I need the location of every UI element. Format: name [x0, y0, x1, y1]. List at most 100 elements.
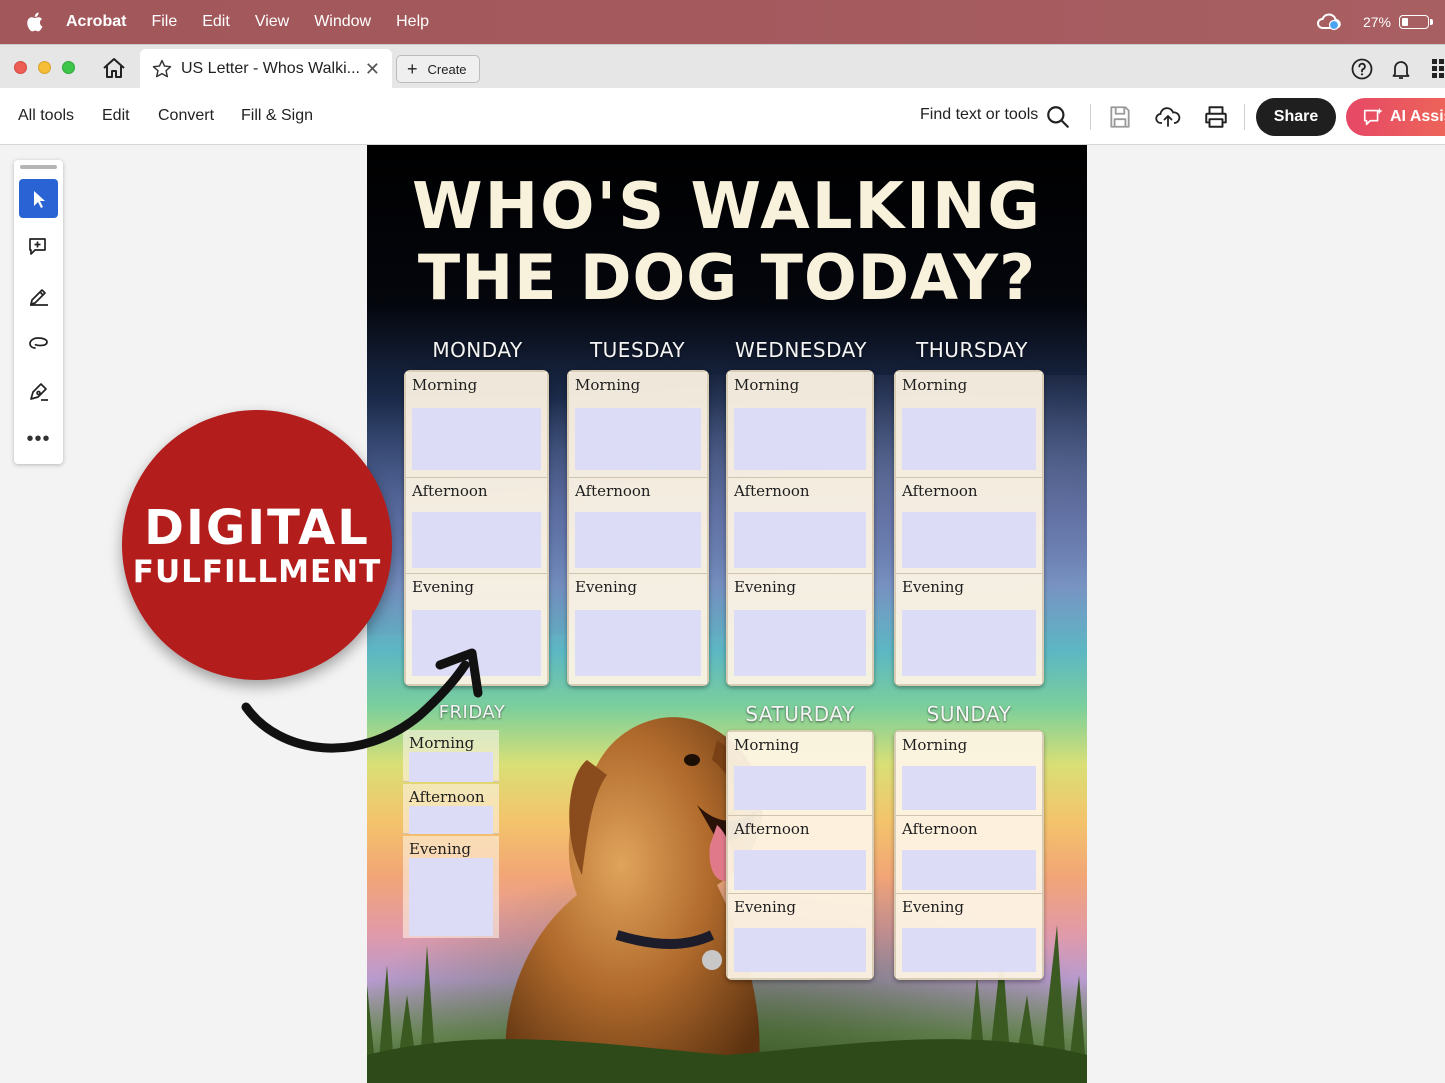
day-column-wednesday: Morning Afternoon Evening [726, 370, 874, 686]
slot-label: Evening [902, 898, 965, 916]
slot-label: Evening [409, 840, 472, 858]
text-field[interactable] [902, 928, 1036, 972]
text-field[interactable] [575, 610, 701, 676]
menu-acrobat[interactable]: Acrobat [66, 13, 126, 31]
sign-pen-icon [29, 382, 48, 401]
slot-label: Evening [412, 578, 475, 596]
text-field[interactable] [412, 408, 541, 470]
apple-logo-icon[interactable] [24, 11, 44, 33]
quick-tools-rail: ••• [14, 160, 63, 464]
slot-morning: Morning [896, 372, 1042, 478]
text-field[interactable] [575, 408, 701, 470]
text-field[interactable] [734, 928, 866, 972]
day-column-tuesday: Morning Afternoon Evening [567, 370, 709, 686]
slot-label: Afternoon [734, 482, 810, 500]
slot-label: Evening [734, 578, 797, 596]
ai-assistant-label: AI Assis [1390, 108, 1445, 125]
print-icon[interactable] [1203, 104, 1229, 130]
add-comment-button[interactable] [19, 227, 58, 266]
text-field[interactable] [902, 850, 1036, 890]
day-heading-saturday: SATURDAY [745, 702, 855, 726]
slot-afternoon: Afternoon [896, 478, 1042, 574]
draw-freeform-button[interactable] [19, 323, 58, 362]
all-tools-menu[interactable]: All tools [18, 107, 74, 125]
notifications-bell-icon[interactable] [1389, 57, 1413, 81]
slot-label: Morning [902, 376, 968, 394]
search-icon[interactable] [1045, 104, 1071, 130]
edit-menu[interactable]: Edit [102, 107, 130, 125]
menu-window[interactable]: Window [314, 13, 371, 31]
menu-edit[interactable]: Edit [202, 13, 230, 31]
ai-assistant-icon [1363, 107, 1383, 126]
fill-sign-menu[interactable]: Fill & Sign [241, 107, 313, 125]
slot-label: Evening [734, 898, 797, 916]
text-field[interactable] [734, 408, 866, 470]
rail-drag-handle[interactable] [20, 165, 57, 169]
fill-sign-tool-button[interactable] [19, 371, 58, 410]
battery-icon[interactable] [1399, 15, 1433, 29]
star-icon[interactable] [151, 58, 173, 80]
document-tab[interactable]: US Letter - Whos Walki... ✕ [140, 49, 392, 89]
slot-label: Morning [734, 736, 800, 754]
slot-morning: Morning [896, 732, 1042, 816]
day-heading-tuesday: TUESDAY [589, 338, 686, 362]
window-zoom-button[interactable] [62, 61, 75, 74]
share-button[interactable]: Share [1256, 98, 1336, 136]
tab-title: US Letter - Whos Walki... [181, 60, 360, 77]
highlight-tool-button[interactable] [19, 275, 58, 314]
menu-help[interactable]: Help [396, 13, 429, 31]
menu-file[interactable]: File [151, 13, 177, 31]
text-field[interactable] [734, 610, 866, 676]
slot-label: Afternoon [734, 820, 810, 838]
text-field[interactable] [412, 512, 541, 568]
slot-label: Evening [902, 578, 965, 596]
slot-label: Morning [734, 376, 800, 394]
close-tab-icon[interactable]: ✕ [365, 59, 380, 80]
create-label: Create [427, 61, 467, 77]
menu-view[interactable]: View [255, 13, 289, 31]
day-heading-sunday: SUNDAY [926, 702, 1012, 726]
convert-menu[interactable]: Convert [158, 107, 214, 125]
ai-assistant-button[interactable]: AI Assis [1346, 98, 1445, 136]
slot-label: Morning [902, 736, 968, 754]
main-toolbar: All tools Edit Convert Fill & Sign Find … [0, 88, 1445, 145]
text-field[interactable] [575, 512, 701, 568]
text-field[interactable] [902, 512, 1036, 568]
apps-grid-icon[interactable] [1430, 57, 1445, 81]
tab-bar: US Letter - Whos Walki... ✕ + Create [0, 44, 1445, 89]
slot-label: Morning [575, 376, 641, 394]
curved-arrow-icon [241, 648, 483, 753]
title-line-2: THE DOG TODAY? [417, 241, 1037, 314]
text-field[interactable] [902, 408, 1036, 470]
window-minimize-button[interactable] [38, 61, 51, 74]
cloud-upload-icon[interactable] [1155, 104, 1181, 130]
select-tool-button[interactable] [19, 179, 58, 218]
text-field[interactable] [902, 766, 1036, 810]
day-heading-wednesday: WEDNESDAY [735, 338, 867, 362]
toolbar-divider [1244, 104, 1245, 130]
digital-fulfillment-badge: DIGITAL FULFILLMENT [122, 410, 392, 680]
slot-afternoon: Afternoon [728, 478, 872, 574]
lasso-draw-icon [28, 336, 48, 349]
more-tools-icon[interactable]: ••• [14, 428, 63, 451]
home-icon[interactable] [100, 56, 128, 80]
day-column-saturday: Morning Afternoon Evening [726, 730, 874, 980]
plus-icon: + [407, 59, 418, 79]
creative-cloud-icon[interactable] [1315, 12, 1343, 32]
highlighter-pen-icon [29, 288, 48, 306]
slot-morning: Morning [406, 372, 547, 478]
find-text-or-tools[interactable]: Find text or tools [920, 106, 1038, 124]
save-icon[interactable] [1107, 104, 1133, 130]
text-field[interactable] [734, 850, 866, 890]
create-button[interactable]: + Create [396, 55, 480, 83]
text-field[interactable] [734, 766, 866, 810]
window-close-button[interactable] [14, 61, 27, 74]
help-icon[interactable] [1350, 57, 1374, 81]
slot-evening: Evening [728, 574, 872, 684]
text-field[interactable] [734, 512, 866, 568]
slot-label: Afternoon [575, 482, 651, 500]
text-field[interactable] [902, 610, 1036, 676]
pdf-page: WHO'S WALKING THE DOG TODAY? MONDAY TUES… [367, 145, 1087, 1083]
slot-evening: Evening [896, 574, 1042, 684]
slot-label: Evening [575, 578, 638, 596]
